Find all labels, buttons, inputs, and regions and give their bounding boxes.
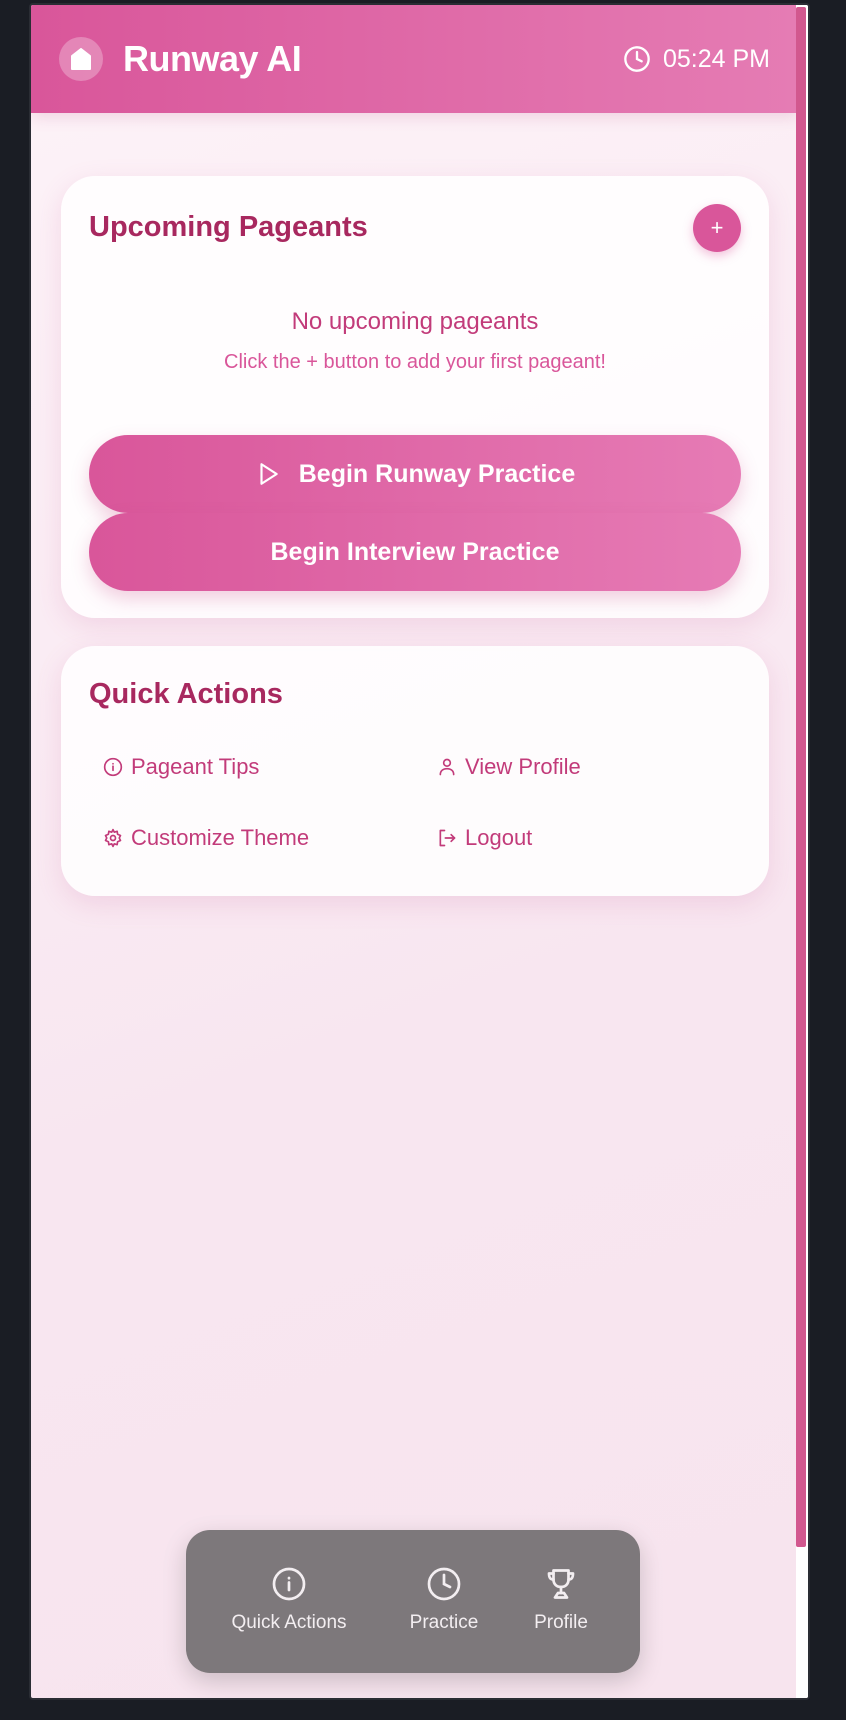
plus-icon: + [710, 215, 724, 240]
app-title: Runway AI [123, 38, 302, 79]
customize-theme-label: Customize Theme [131, 825, 310, 850]
add-pageant-button[interactable]: + [693, 204, 741, 252]
scrollbar-thumb[interactable] [796, 7, 806, 1547]
nav-profile-label: Profile [534, 1612, 588, 1633]
app-window: Runway AI 05:24 PM Upcoming Pageants + N… [29, 3, 810, 1700]
clock: 05:24 PM [623, 45, 770, 74]
clock-icon [427, 1567, 461, 1601]
info-icon [103, 757, 123, 777]
logout-label: Logout [465, 825, 533, 850]
customize-theme-link[interactable]: Customize Theme [103, 825, 309, 851]
pageant-tips-label: Pageant Tips [131, 754, 260, 779]
home-icon[interactable] [59, 37, 103, 81]
logout-icon [439, 829, 456, 847]
bottom-nav: Quick Actions Practice Profile [186, 1530, 640, 1673]
upcoming-pageants-title: Upcoming Pageants [89, 211, 368, 243]
view-profile-label: View Profile [465, 754, 581, 779]
clock-time: 05:24 PM [662, 44, 770, 73]
begin-runway-practice-button[interactable]: Begin Runway Practice [89, 435, 741, 513]
play-icon [260, 463, 278, 485]
upcoming-pageants-card: Upcoming Pageants + No upcoming pageants… [61, 176, 769, 618]
clock-icon [624, 46, 650, 72]
begin-interview-practice-label: Begin Interview Practice [270, 537, 560, 566]
user-icon [439, 758, 455, 776]
nav-item-profile[interactable]: Profile [521, 1566, 601, 1634]
nav-practice-label: Practice [409, 1612, 479, 1633]
nav-quick-actions-label: Quick Actions [231, 1612, 347, 1633]
scrollbar-track[interactable] [796, 5, 808, 1698]
info-icon [272, 1567, 306, 1601]
gear-icon [104, 828, 122, 848]
begin-interview-practice-button[interactable]: Begin Interview Practice [89, 513, 741, 591]
pageant-tips-link[interactable]: Pageant Tips [103, 754, 259, 780]
nav-item-quick-actions[interactable]: Quick Actions [226, 1566, 352, 1634]
quick-actions-card: Quick Actions Pageant Tips View Profile [61, 646, 769, 896]
quick-actions-title: Quick Actions [89, 678, 283, 710]
empty-state-subtitle: Click the + button to add your first pag… [224, 351, 606, 373]
begin-runway-practice-label: Begin Runway Practice [298, 459, 576, 488]
trophy-icon [547, 1569, 575, 1599]
nav-item-practice[interactable]: Practice [396, 1566, 492, 1634]
empty-state-title: No upcoming pageants [291, 308, 539, 335]
view-profile-link[interactable]: View Profile [437, 754, 581, 780]
logout-link[interactable]: Logout [437, 825, 532, 851]
app-header: Runway AI 05:24 PM [31, 5, 798, 113]
